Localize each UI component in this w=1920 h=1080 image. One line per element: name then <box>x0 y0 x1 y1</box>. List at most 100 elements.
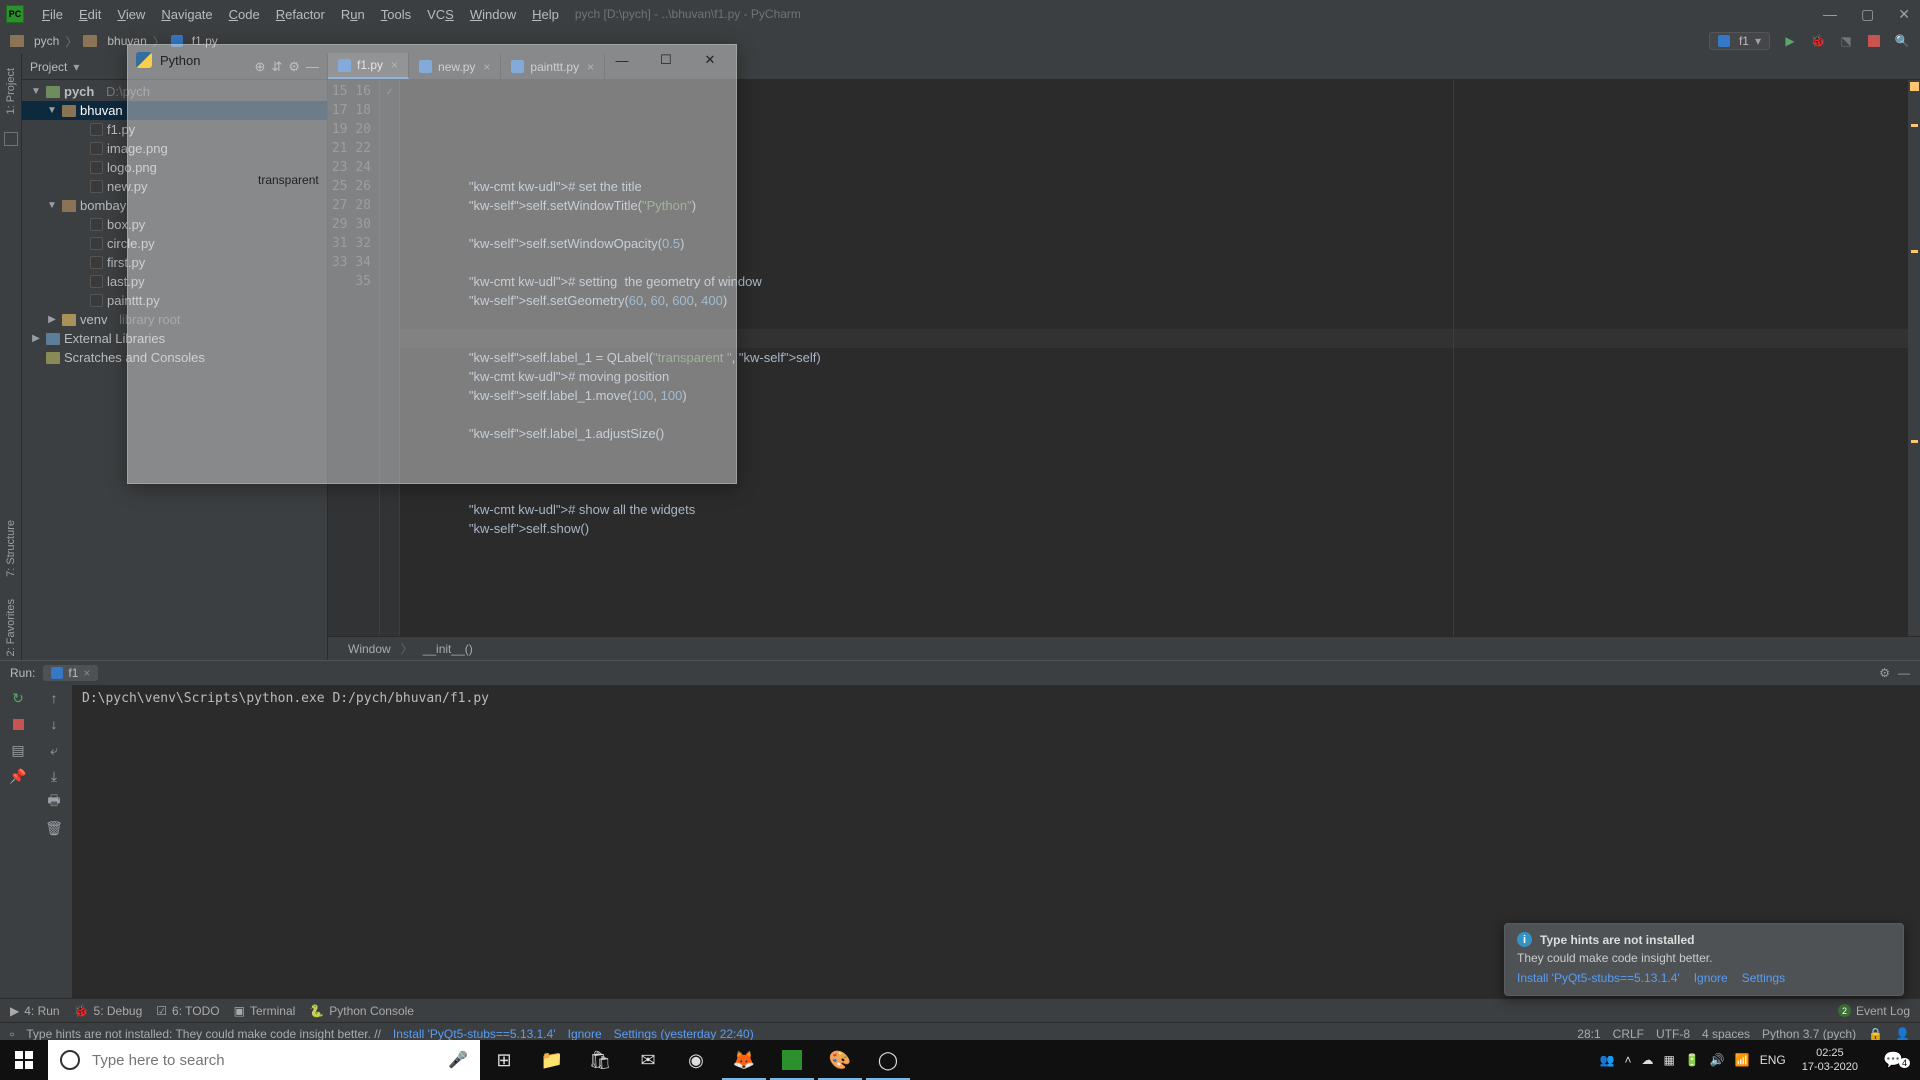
menu-vcs[interactable]: VCS <box>419 7 462 22</box>
window-minimize-icon[interactable]: — <box>604 53 640 68</box>
run-config-tag[interactable]: f1× <box>43 665 98 681</box>
menu-code[interactable]: Code <box>221 7 268 22</box>
menu-help[interactable]: Help <box>524 7 567 22</box>
menu-tools[interactable]: Tools <box>373 7 419 22</box>
caret-position[interactable]: 28:1 <box>1577 1027 1600 1041</box>
toolwindow-terminal[interactable]: ▣ Terminal <box>234 1004 296 1018</box>
battery-icon[interactable]: 🔋 <box>1685 1053 1700 1067</box>
run-coverage-button[interactable]: ⬔ <box>1838 33 1854 49</box>
soft-wrap-button[interactable]: ⤶ <box>36 737 72 763</box>
print-button[interactable]: 🖶 <box>36 789 72 815</box>
menu-edit[interactable]: Edit <box>71 7 109 22</box>
menu-file[interactable]: File <box>34 7 71 22</box>
mail-icon[interactable]: ✉ <box>624 1040 672 1080</box>
taskbar-clock[interactable]: 02:25 17-03-2020 <box>1796 1046 1864 1074</box>
gear-icon[interactable]: ⚙ <box>1879 666 1890 680</box>
stop-button[interactable] <box>0 711 36 737</box>
chevron-down-icon[interactable]: ▾ <box>73 60 79 74</box>
menu-refactor[interactable]: Refactor <box>268 7 333 22</box>
toolwindow-run[interactable]: ▶ 4: Run <box>10 1004 60 1018</box>
jupyter-icon[interactable]: ◯ <box>864 1040 912 1080</box>
python-file-icon <box>51 667 63 679</box>
trash-button[interactable]: 🗑 <box>36 815 72 841</box>
search-everywhere-icon[interactable]: 🔍 <box>1894 33 1910 49</box>
toolwindows-toggle-icon[interactable]: ▫ <box>10 1027 14 1041</box>
wifi-icon[interactable]: 📶 <box>1735 1053 1750 1067</box>
stop-button[interactable] <box>1866 33 1882 49</box>
event-log-button[interactable]: 2 Event Log <box>1838 1004 1910 1018</box>
balloon-ignore-link[interactable]: Ignore <box>1694 971 1728 985</box>
status-settings-link[interactable]: Settings (yesterday 22:40) <box>614 1027 754 1041</box>
toolwindow-favorites[interactable]: 2: Favorites <box>5 595 17 660</box>
start-button[interactable] <box>0 1040 48 1080</box>
file-explorer-icon[interactable]: 📁 <box>528 1040 576 1080</box>
window-minimize-icon[interactable]: — <box>1823 6 1837 22</box>
action-center-icon[interactable]: 💬4 <box>1874 1050 1912 1070</box>
window-close-icon[interactable]: ✕ <box>692 52 728 68</box>
balloon-install-link[interactable]: Install 'PyQt5-stubs==5.13.1.4' <box>1517 971 1680 985</box>
window-maximize-icon[interactable]: ▢ <box>1861 6 1874 23</box>
nvidia-icon[interactable]: ▦ <box>1664 1053 1675 1067</box>
debug-button[interactable]: 🐞 <box>1810 33 1826 49</box>
language-indicator[interactable]: ENG <box>1760 1053 1786 1067</box>
onedrive-icon[interactable]: ☁ <box>1642 1053 1654 1067</box>
toolwindow-todo[interactable]: ☑ 6: TODO <box>156 1004 219 1018</box>
python-file-icon <box>1718 35 1730 47</box>
breadcrumb[interactable]: __init__() <box>423 642 473 656</box>
inspection-indicator-icon[interactable] <box>1910 82 1919 91</box>
hide-icon[interactable]: — <box>1898 666 1910 680</box>
breadcrumb[interactable]: Window <box>348 642 391 656</box>
indent-info[interactable]: 4 spaces <box>1702 1027 1750 1041</box>
pin-button[interactable]: 📌 <box>0 763 36 789</box>
pycharm-taskbar-icon[interactable] <box>768 1040 816 1080</box>
hector-icon[interactable]: 👤 <box>1895 1027 1910 1041</box>
breadcrumb[interactable]: pych <box>34 34 59 48</box>
task-view-icon[interactable]: ⊞ <box>480 1040 528 1080</box>
toolwindow-python-console[interactable]: 🐍 Python Console <box>309 1004 414 1018</box>
status-install-link[interactable]: Install 'PyQt5-stubs==5.13.1.4' <box>393 1027 556 1041</box>
tray-chevron-icon[interactable]: ˄ <box>1624 1053 1631 1067</box>
taskbar-search[interactable]: 🎤 <box>48 1040 480 1080</box>
toolwindow-debug[interactable]: 🐞 5: Debug <box>74 1004 143 1018</box>
balloon-settings-link[interactable]: Settings <box>1742 971 1785 985</box>
menu-run[interactable]: Run <box>333 7 373 22</box>
layout-button[interactable]: ▤ <box>0 737 36 763</box>
menu-view[interactable]: View <box>109 7 153 22</box>
run-button[interactable]: ▶ <box>1782 33 1798 49</box>
chevron-right-icon: 〉 <box>65 33 77 50</box>
python-window-titlebar[interactable]: Python — ☐ ✕ <box>128 45 736 75</box>
menu-navigate[interactable]: Navigate <box>153 7 220 22</box>
menu-window[interactable]: Window <box>462 7 524 22</box>
qlabel-transparent: transparent <box>258 173 319 187</box>
file-encoding[interactable]: UTF-8 <box>1656 1027 1690 1041</box>
toolwindow-structure[interactable]: 7: Structure <box>5 516 17 581</box>
firefox-icon[interactable]: 🦊 <box>720 1040 768 1080</box>
close-icon[interactable]: × <box>83 666 90 680</box>
scroll-end-button[interactable]: ⤓ <box>36 763 72 789</box>
python-app-window[interactable]: Python — ☐ ✕ transparent <box>127 44 737 484</box>
microsoft-store-icon[interactable]: 🛍 <box>576 1040 624 1080</box>
up-button[interactable]: ↑ <box>36 685 72 711</box>
mic-icon[interactable]: 🎤 <box>448 1050 468 1070</box>
status-message: Type hints are not installed: They could… <box>26 1027 381 1041</box>
code-breadcrumbs[interactable]: Window 〉 __init__() <box>328 636 1920 660</box>
python-interpreter[interactable]: Python 3.7 (pych) <box>1762 1027 1856 1041</box>
bookmark-icon[interactable] <box>4 132 18 146</box>
window-maximize-icon[interactable]: ☐ <box>648 52 684 68</box>
search-input[interactable] <box>92 1052 436 1069</box>
status-ignore-link[interactable]: Ignore <box>568 1027 602 1041</box>
run-config-selector[interactable]: f1 ▾ <box>1709 32 1770 50</box>
window-title: pych [D:\pych] - ..\bhuvan\f1.py - PyCha… <box>575 7 801 21</box>
paint-icon[interactable]: 🎨 <box>816 1040 864 1080</box>
toolwindow-project[interactable]: 1: Project <box>5 64 17 118</box>
volume-icon[interactable]: 🔊 <box>1710 1053 1725 1067</box>
line-separator[interactable]: CRLF <box>1613 1027 1644 1041</box>
predator-icon[interactable]: ◉ <box>672 1040 720 1080</box>
lock-icon[interactable]: 🔒 <box>1868 1027 1883 1041</box>
people-icon[interactable]: 👥 <box>1600 1053 1615 1067</box>
info-icon: i <box>1517 932 1532 947</box>
down-button[interactable]: ↓ <box>36 711 72 737</box>
window-close-icon[interactable]: ✕ <box>1898 6 1910 23</box>
error-stripe[interactable] <box>1908 80 1920 636</box>
rerun-button[interactable]: ↻ <box>0 685 36 711</box>
